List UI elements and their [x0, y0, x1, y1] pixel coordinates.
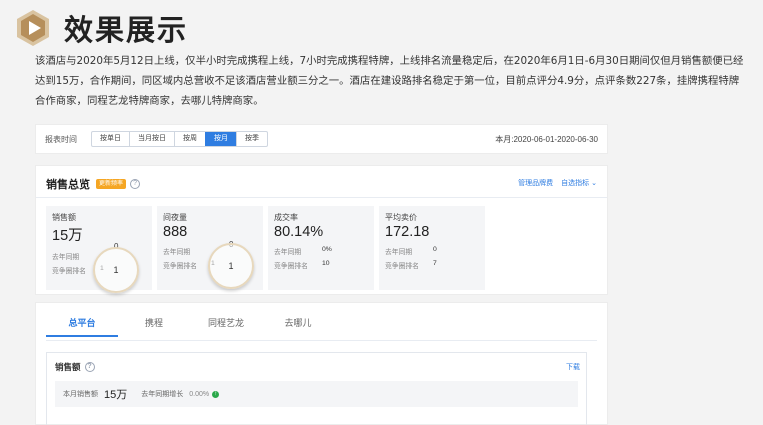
metric-row-label: 去年同期: [274, 249, 302, 256]
period-button-weekly[interactable]: 按周: [174, 132, 205, 146]
metric-row-label: 去年同期: [163, 249, 191, 256]
metric-row-value: 10: [322, 260, 330, 267]
metric-row-label: 竞争圈排名: [163, 263, 197, 270]
metric-row-label: 竞争圈排名: [385, 263, 419, 270]
sales-summary-row: 本月销售额 15万 去年同期增长 0.00% ↑: [55, 381, 578, 407]
help-icon[interactable]: ?: [130, 179, 141, 189]
metric-row-value: 0: [433, 246, 437, 253]
metric-row-label: 去年同期: [52, 254, 80, 261]
metric-row-value: 0%: [322, 246, 332, 253]
magnified-rank-value: 1: [113, 265, 119, 275]
custom-metrics-link[interactable]: 自选指标 ⌄: [561, 178, 597, 188]
metric-value: 172.18: [385, 224, 430, 240]
platform-card: 总平台 携程 同程艺龙 去哪儿 销售额 ? 下载 本月销售额 15万 去年同期增…: [35, 302, 608, 425]
magnified-rank-value: 1: [228, 261, 234, 271]
arrow-up-icon: ↑: [212, 390, 220, 398]
metric-conversion-rate: 成交率 80.14% 去年同期 0% 竞争圈排名 10: [268, 206, 374, 290]
sales-panel: 销售额 ? 下载 本月销售额 15万 去年同期增长 0.00% ↑: [46, 352, 587, 425]
monthly-sales-value: 15万: [104, 389, 128, 401]
page: 效果展示 该酒店与2020年5月12日上线，仅半小时完成携程上线，7小时完成携程…: [0, 0, 763, 425]
metric-row-label: 竞争圈排名: [274, 263, 308, 270]
metric-name: 间夜量: [163, 213, 187, 222]
monthly-sales-label: 本月销售额: [63, 391, 98, 398]
yoy-label: 去年同期增长: [141, 391, 184, 398]
download-link[interactable]: 下载: [566, 362, 580, 372]
report-time-filter: 报表时间 按单日 当月按日 按周 按月 按季 本月:2020-06-01-202…: [35, 124, 608, 154]
sales-panel-title: 销售额 ?: [55, 361, 95, 373]
period-button-quarterly[interactable]: 按季: [236, 132, 267, 146]
magnifier-lens: 1: [93, 247, 139, 293]
header: 效果展示: [14, 8, 188, 48]
period-button-monthly[interactable]: 按月: [205, 132, 236, 146]
metric-average-price: 平均卖价 172.18 去年同期 0 竞争圈排名 7: [379, 206, 485, 290]
tab-qunar[interactable]: 去哪儿: [262, 316, 334, 337]
metric-row-label: 去年同期: [385, 249, 413, 256]
metric-name: 销售额: [52, 213, 76, 222]
tab-all-platforms[interactable]: 总平台: [46, 316, 118, 337]
divider: [36, 197, 607, 198]
chevron-down-icon: ⌄: [591, 180, 597, 187]
metric-value: 15万: [52, 228, 83, 244]
tab-tongcheng-elong[interactable]: 同程艺龙: [190, 316, 262, 337]
metric-name: 成交率: [274, 213, 298, 222]
help-icon[interactable]: ?: [84, 362, 95, 372]
overview-header: 销售总览 更新频率 ?: [46, 176, 141, 192]
filter-label: 报表时间: [45, 134, 77, 144]
manage-brand-link[interactable]: 管理品牌费: [518, 178, 553, 188]
period-button-daily[interactable]: 按单日: [92, 132, 129, 146]
divider: [46, 340, 597, 341]
overview-links: 管理品牌费 自选指标 ⌄: [518, 178, 597, 188]
sales-overview-card: 销售总览 更新频率 ? 管理品牌费 自选指标 ⌄ 销售额 15万 去年同期 竞争…: [35, 165, 608, 295]
page-title: 效果展示: [64, 13, 189, 47]
play-badge-icon: [14, 9, 52, 47]
period-segmented-control: 按单日 当月按日 按周 按月 按季: [91, 131, 268, 147]
metric-value: 80.14%: [274, 224, 324, 240]
yoy-value: 0.00%: [189, 390, 210, 398]
overview-title: 销售总览: [46, 179, 90, 191]
intro-paragraph: 该酒店与2020年5月12日上线，仅半小时完成携程上线，7小时完成携程特牌，上线…: [35, 55, 744, 107]
metric-value: 888: [163, 224, 188, 240]
magnifier-lens: 1: [208, 243, 254, 289]
metric-row-value: 7: [433, 260, 437, 267]
tab-ctrip[interactable]: 携程: [118, 316, 190, 337]
period-button-month-by-day[interactable]: 当月按日: [129, 132, 174, 146]
platform-tabs: 总平台 携程 同程艺龙 去哪儿: [46, 316, 334, 337]
date-range: 本月:2020-06-01-2020-06-30: [495, 134, 598, 144]
update-tag: 更新频率: [96, 179, 127, 189]
metric-name: 平均卖价: [385, 213, 417, 222]
